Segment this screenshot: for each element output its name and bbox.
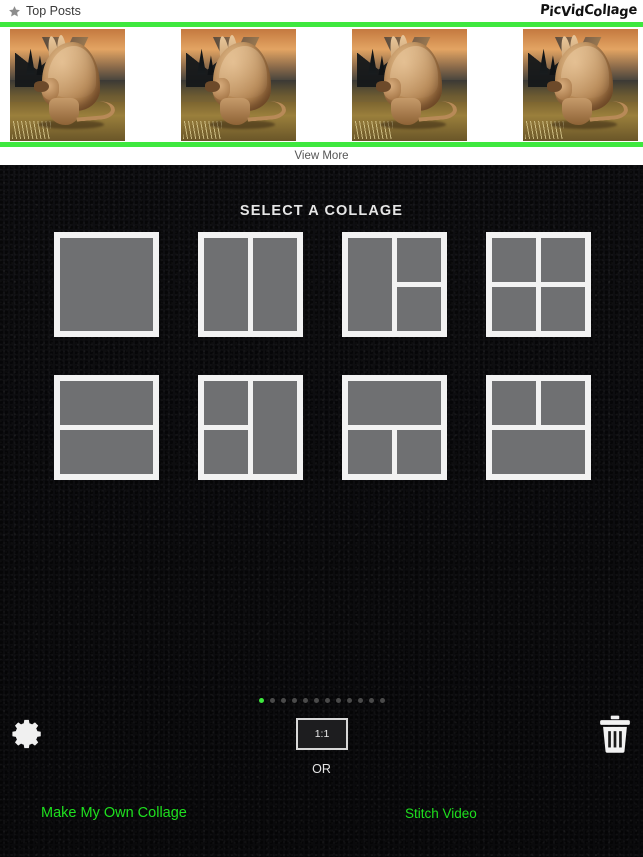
page-dot[interactable] (324, 698, 330, 703)
thumbnail-list (0, 27, 643, 142)
page-dot[interactable] (379, 698, 385, 703)
aspect-ratio-label: 1:1 (314, 728, 330, 740)
featured-thumbnail[interactable] (10, 28, 125, 141)
kangaroo-illustration (352, 28, 467, 141)
view-more-button[interactable]: View More (0, 147, 643, 165)
collage-cell (541, 381, 585, 425)
collage-layout-wide-top-two-bottom[interactable] (342, 375, 447, 480)
kangaroo-illustration (10, 28, 125, 141)
or-separator: OR (312, 762, 331, 776)
app-root: Top Posts PicVidCollage View More SELECT… (0, 0, 643, 857)
collage-cell (253, 381, 297, 474)
kangaroo-illustration (523, 28, 638, 141)
featured-thumbnail[interactable] (181, 28, 296, 141)
collage-cell (60, 238, 153, 331)
featured-thumbnail-strip[interactable] (0, 27, 643, 142)
collage-cell (204, 238, 248, 331)
featured-thumbnail[interactable] (523, 28, 638, 141)
collage-cell (253, 238, 297, 331)
page-title: SELECT A COLLAGE (239, 203, 404, 219)
page-dot[interactable] (258, 698, 264, 703)
top-posts-label: Top Posts (26, 3, 81, 18)
collage-cell (397, 287, 441, 331)
page-dot[interactable] (368, 698, 374, 703)
collage-cell (348, 238, 392, 331)
collage-layout-two-left-right-tall[interactable] (198, 375, 303, 480)
collage-cell (204, 430, 248, 474)
gear-icon (12, 719, 41, 749)
collage-cell (60, 381, 153, 425)
collage-cell (397, 430, 441, 474)
trash-icon (600, 715, 630, 753)
collage-cell (541, 238, 585, 282)
top-bar: Top Posts PicVidCollage (0, 0, 643, 22)
featured-thumbnail[interactable] (352, 28, 467, 141)
delete-button[interactable] (598, 714, 632, 754)
star-icon (9, 5, 20, 16)
make-my-own-collage-link[interactable]: Make My Own Collage (41, 805, 187, 821)
page-dot[interactable] (291, 698, 297, 703)
settings-button[interactable] (11, 717, 45, 751)
view-more-label: View More (294, 150, 349, 162)
collage-cell (204, 381, 248, 425)
collage-cell (397, 238, 441, 282)
aspect-ratio-button[interactable]: 1:1 (296, 718, 348, 750)
kangaroo-illustration (181, 28, 296, 141)
collage-cell (541, 287, 585, 331)
collage-layout-left-tall-two-right[interactable] (342, 232, 447, 337)
page-dot[interactable] (346, 698, 352, 703)
collage-layout-two-columns[interactable] (198, 232, 303, 337)
app-brand-logo: PicVidCollage (539, 2, 638, 20)
page-dot[interactable] (280, 698, 286, 703)
page-dot[interactable] (335, 698, 341, 703)
top-posts-button[interactable]: Top Posts (8, 5, 81, 18)
stitch-video-link[interactable]: Stitch Video (405, 806, 477, 821)
collage-layout-single[interactable] (54, 232, 159, 337)
collage-cell (492, 238, 536, 282)
collage-cell (492, 381, 536, 425)
page-dot[interactable] (269, 698, 275, 703)
page-dot[interactable] (357, 698, 363, 703)
collage-layout-two-rows[interactable] (54, 375, 159, 480)
page-dot[interactable] (302, 698, 308, 703)
collage-cell (492, 287, 536, 331)
page-dot[interactable] (313, 698, 319, 703)
collage-layout-two-by-two-grid[interactable] (486, 232, 591, 337)
collage-cell (60, 430, 153, 474)
page-indicator[interactable] (0, 698, 643, 703)
collage-layout-grid (54, 232, 591, 480)
collage-cell (348, 430, 392, 474)
collage-layout-two-top-wide-bottom[interactable] (486, 375, 591, 480)
collage-cell (348, 381, 441, 425)
collage-cell (492, 430, 585, 474)
